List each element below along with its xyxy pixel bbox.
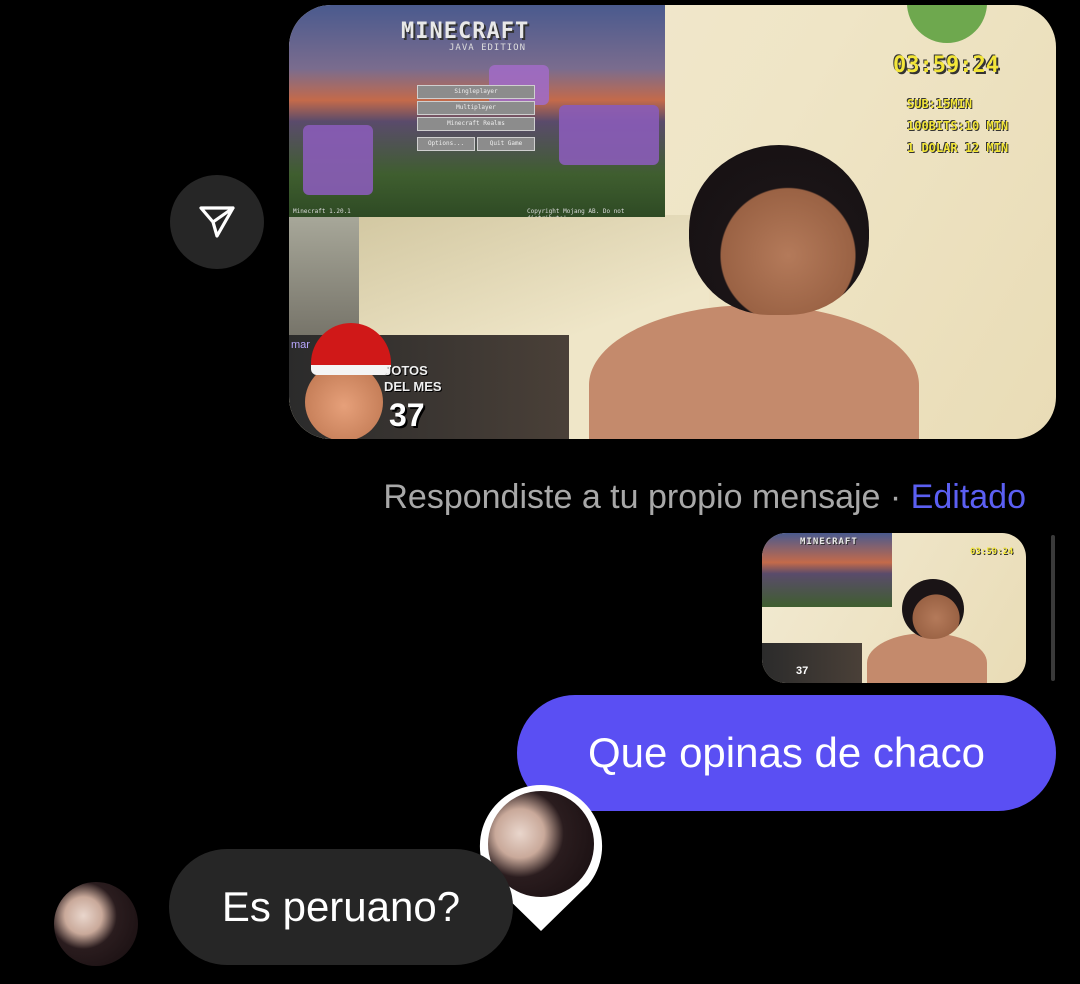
minecraft-window: MINECRAFT JAVA EDITION Singleplayer Mult… bbox=[289, 5, 665, 217]
thumb-streamer-head bbox=[902, 579, 964, 639]
streamer-head bbox=[689, 145, 869, 315]
rate-line: 1 DOLAR 12 MIN bbox=[907, 141, 1009, 155]
overlay-tag: mar bbox=[291, 339, 310, 351]
mc-menu-button: Singleplayer bbox=[417, 85, 535, 99]
overlay-title: JOTOS DEL MES bbox=[384, 363, 442, 394]
reply-meta-text: Respondiste a tu propio mensaje bbox=[383, 478, 881, 516]
cherry-tree bbox=[303, 125, 373, 195]
mc-copyright: Copyright Mojang AB. Do not distribute! bbox=[527, 208, 625, 217]
reply-meta-separator: · bbox=[880, 478, 911, 516]
minecraft-logo: MINECRAFT bbox=[401, 19, 530, 44]
scrollbar[interactable] bbox=[1051, 535, 1055, 681]
thumb-minecraft-logo: MINECRAFT bbox=[800, 537, 858, 547]
thumb-overlay-count: 37 bbox=[796, 665, 809, 677]
sender-avatar[interactable] bbox=[54, 882, 138, 966]
send-icon bbox=[199, 206, 235, 238]
rate-line: 100BITS:10 MIN bbox=[907, 119, 1009, 133]
mc-version: Minecraft 1.20.1 bbox=[293, 208, 351, 215]
overlay-count: 37 bbox=[389, 397, 425, 433]
mc-menu-button: Minecraft Realms bbox=[417, 117, 535, 131]
stream-timer: 03:59:24 bbox=[893, 53, 999, 78]
minecraft-edition: JAVA EDITION bbox=[449, 43, 527, 53]
share-button[interactable] bbox=[170, 175, 264, 269]
thumb-overlay-panel bbox=[762, 643, 862, 683]
cherry-tree bbox=[559, 105, 659, 165]
mc-menu-button: Multiplayer bbox=[417, 101, 535, 115]
pepe-emote bbox=[907, 5, 987, 43]
reply-meta: Respondiste a tu propio mensaje · Editad… bbox=[0, 478, 1026, 517]
thumb-streamer-body bbox=[867, 633, 987, 683]
mc-menu-button: Quit Game bbox=[477, 137, 535, 151]
quoted-image-thumbnail[interactable]: MINECRAFT 03:59:24 37 bbox=[762, 533, 1026, 683]
thumb-minecraft-window: MINECRAFT bbox=[762, 533, 892, 607]
incoming-message[interactable]: Es peruano? bbox=[169, 849, 513, 965]
shared-stream-image[interactable]: MINECRAFT JAVA EDITION Singleplayer Mult… bbox=[289, 5, 1056, 439]
thumb-timer: 03:59:24 bbox=[970, 547, 1014, 557]
mc-menu-button: Options... bbox=[417, 137, 475, 151]
rate-line: SUB:15MIN bbox=[907, 97, 973, 111]
edited-label[interactable]: Editado bbox=[911, 478, 1026, 516]
